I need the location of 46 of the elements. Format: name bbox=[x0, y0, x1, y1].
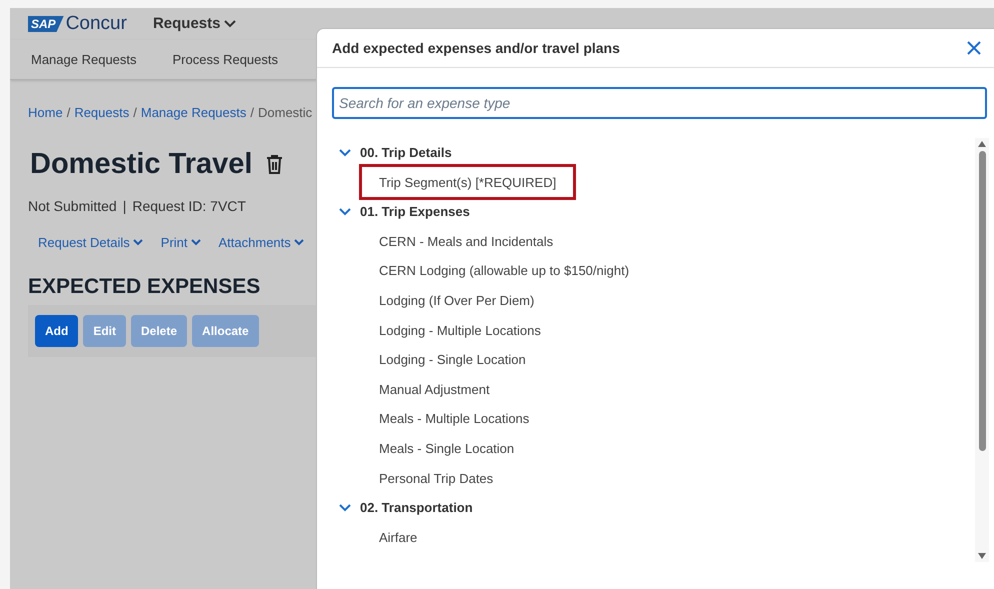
breadcrumb-current: Domestic bbox=[258, 104, 312, 122]
dropdown-menu[interactable]: Request Details bbox=[38, 233, 143, 252]
breadcrumb-link[interactable]: Manage Requests bbox=[140, 103, 246, 122]
expense-type-item[interactable]: Trip Segment(s) [*REQUIRED] bbox=[359, 164, 576, 200]
dialog-title: Add expected expenses and/or travel plans bbox=[332, 38, 621, 58]
expense-type-item[interactable]: CERN - Meals and Incidentals bbox=[362, 232, 570, 252]
section-title: EXPECTED EXPENSES bbox=[28, 274, 260, 300]
chevron-down-icon bbox=[132, 239, 143, 246]
chevron-down-icon bbox=[339, 504, 351, 512]
close-icon[interactable] bbox=[967, 41, 981, 55]
search-field[interactable]: Search for an expense type bbox=[332, 87, 987, 119]
expense-type-item[interactable]: Lodging (If Over Per Diem) bbox=[362, 291, 552, 311]
expense-type-item[interactable]: Lodging - Multiple Locations bbox=[362, 320, 558, 340]
request-status: Not Submitted bbox=[28, 197, 117, 216]
scrollbar[interactable] bbox=[975, 138, 989, 562]
chevron-down-icon bbox=[339, 208, 351, 216]
expense-type-item[interactable]: Airfare bbox=[362, 528, 434, 548]
trash-icon[interactable] bbox=[266, 154, 284, 174]
expense-type-item[interactable]: Meals - Multiple Locations bbox=[362, 409, 546, 429]
nav-tab[interactable]: Process Requests bbox=[172, 50, 278, 70]
breadcrumb-separator: / bbox=[66, 104, 72, 122]
dropdown-menu[interactable]: Print bbox=[160, 233, 201, 252]
divider-text: | bbox=[122, 197, 126, 216]
chevron-down-icon bbox=[224, 20, 236, 28]
scroll-down-icon[interactable] bbox=[978, 553, 986, 559]
breadcrumb-link[interactable]: Requests bbox=[74, 103, 130, 122]
page-title: Domestic Travel bbox=[30, 146, 252, 182]
expense-type-item[interactable]: Meals - Single Location bbox=[362, 438, 532, 458]
action-button[interactable]: Add bbox=[35, 315, 78, 347]
chevron-down-icon bbox=[294, 239, 304, 246]
breadcrumb-link[interactable]: Home bbox=[28, 103, 63, 122]
expense-type-item[interactable]: Manual Adjustment bbox=[362, 380, 507, 400]
nav-tab[interactable]: Manage Requests bbox=[31, 50, 137, 70]
request-id: Request ID: 7VCT bbox=[132, 197, 246, 216]
expense-type-item[interactable]: CERN Lodging (allowable up to $150/night) bbox=[362, 261, 646, 281]
breadcrumb-separator: / bbox=[249, 104, 255, 122]
dropdown-menu[interactable]: Attachments bbox=[218, 233, 304, 252]
expense-type-item[interactable]: Lodging - Single Location bbox=[362, 350, 543, 370]
tree-group[interactable]: 02. Transportation bbox=[339, 493, 473, 523]
expense-type-item[interactable]: Personal Trip Dates bbox=[362, 468, 510, 488]
chevron-down-icon bbox=[190, 239, 201, 246]
breadcrumb-separator: / bbox=[132, 104, 138, 122]
requests-menu[interactable]: Requests bbox=[152, 12, 236, 36]
logo[interactable]: SAP Concur bbox=[28, 10, 127, 38]
scroll-up-icon[interactable] bbox=[978, 141, 986, 147]
chevron-down-icon bbox=[339, 148, 351, 157]
